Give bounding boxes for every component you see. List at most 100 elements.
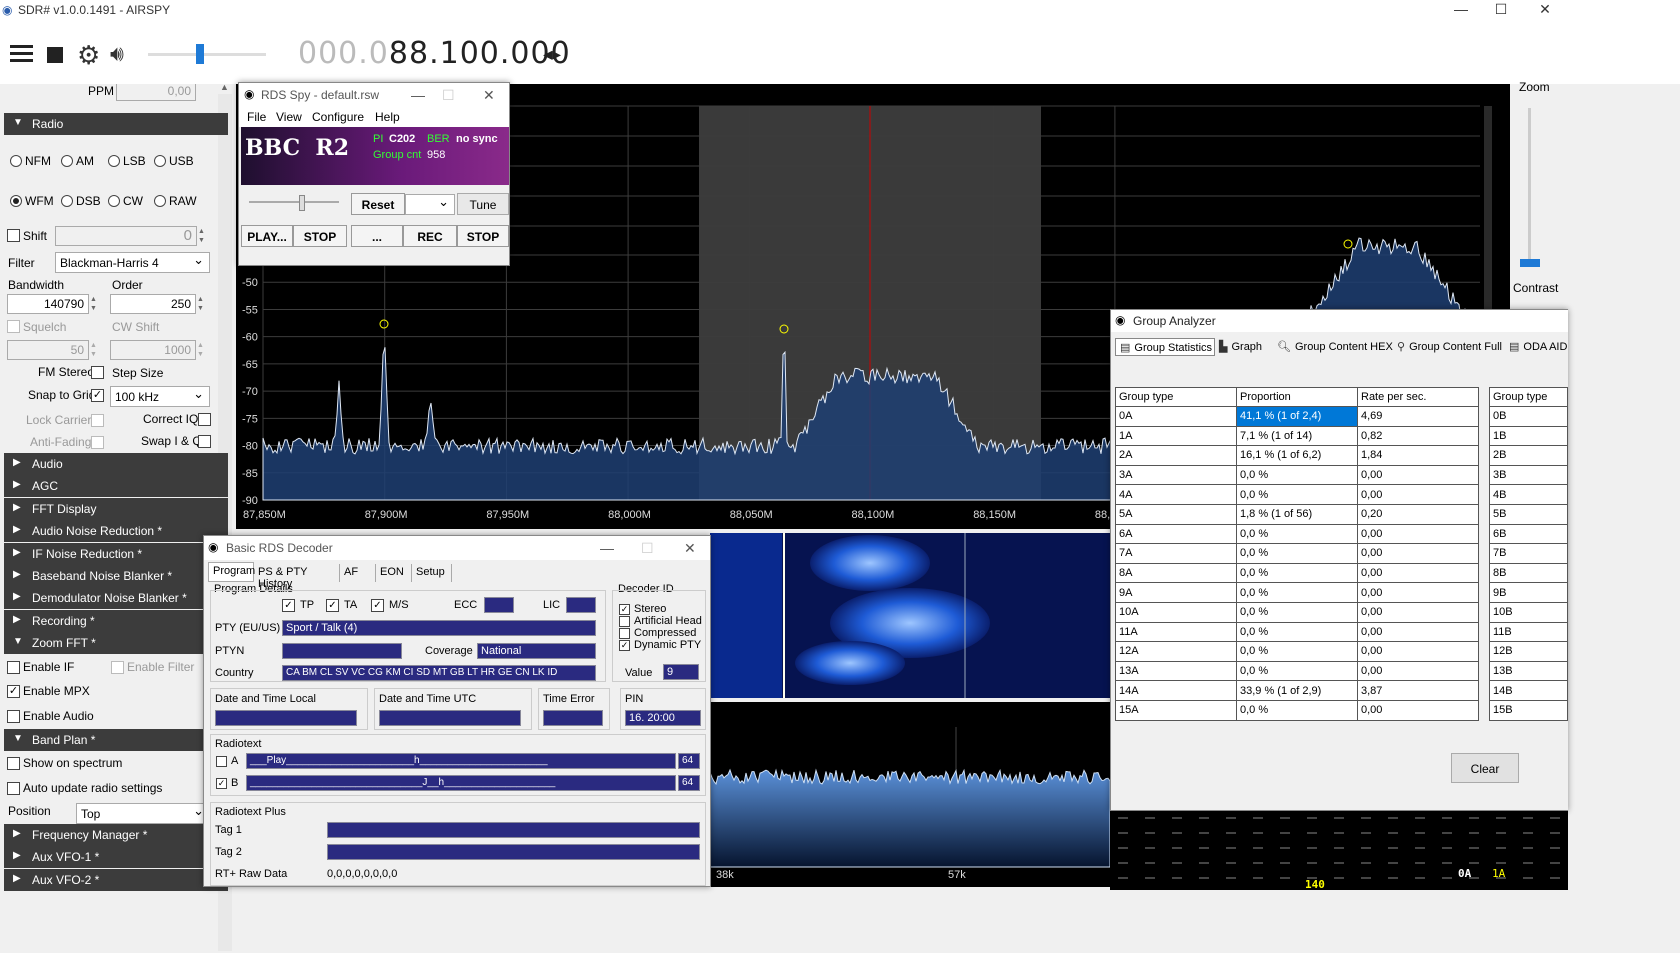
section-fft-display[interactable]: ▶ FFT Display xyxy=(4,497,228,520)
mode-raw-radio[interactable] xyxy=(154,195,166,207)
stereo-checkbox[interactable]: ✓ xyxy=(619,604,630,615)
table-row[interactable]: 12B xyxy=(1489,641,1568,662)
rds-spy-minimize[interactable]: — xyxy=(411,87,425,103)
stop-icon[interactable] xyxy=(47,47,63,63)
mode-usb-radio[interactable] xyxy=(154,155,166,167)
squelch-spinner[interactable]: ▲ ▼ xyxy=(90,341,97,359)
table-row[interactable]: 4A 0,0 % 0,00 xyxy=(1115,484,1479,505)
table-row[interactable]: 9A 0,0 % 0,00 xyxy=(1115,582,1479,603)
show-spectrum-checkbox[interactable] xyxy=(7,757,20,770)
section-aux-vfo-2[interactable]: ▶ Aux VFO-2 * xyxy=(4,868,228,891)
rds-spy-slider-thumb[interactable] xyxy=(299,195,305,211)
artificial-head-checkbox[interactable] xyxy=(619,616,630,627)
menu-icon[interactable] xyxy=(10,45,33,63)
tab-group-statistics[interactable]: ▤ Group Statistics xyxy=(1115,338,1215,356)
compressed-checkbox[interactable] xyxy=(619,628,630,639)
mode-wfm-radio[interactable] xyxy=(10,195,22,207)
snap-checkbox[interactable]: ✓ xyxy=(91,389,104,402)
section-audio[interactable]: ▶ Audio xyxy=(4,453,228,475)
table-row[interactable]: 1A 7,1 % (1 of 14) 0,82 xyxy=(1115,425,1479,447)
rec-button[interactable]: REC xyxy=(403,225,457,247)
rds-decoder-minimize[interactable]: — xyxy=(600,540,614,556)
table-row[interactable]: 15A 0,0 % 0,00 xyxy=(1115,699,1479,721)
col-group-type-b[interactable]: Group type xyxy=(1489,387,1568,407)
mode-am-radio[interactable] xyxy=(61,155,73,167)
rds-spy-select[interactable] xyxy=(405,194,455,215)
dynamic-pty-checkbox[interactable]: ✓ xyxy=(619,640,630,651)
enable-filter-checkbox[interactable] xyxy=(111,661,124,674)
table-row[interactable]: 13B xyxy=(1489,660,1568,682)
stop-button[interactable]: STOP xyxy=(293,225,347,247)
enable-audio-checkbox[interactable] xyxy=(7,710,20,723)
squelch-checkbox[interactable] xyxy=(7,320,20,333)
lockcarrier-checkbox[interactable] xyxy=(91,414,104,427)
section-bandplan[interactable]: ▼ Band Plan * xyxy=(4,729,228,751)
shift-field[interactable]: 0 xyxy=(55,226,197,246)
table-row[interactable]: 3A 0,0 % 0,00 xyxy=(1115,464,1479,486)
clear-button[interactable]: Clear xyxy=(1451,753,1519,783)
table-row[interactable]: 7A 0,0 % 0,00 xyxy=(1115,543,1479,564)
menu-file[interactable]: File xyxy=(247,110,266,124)
section-frequency-manager[interactable]: ▶ Frequency Manager * xyxy=(4,824,228,846)
table-row[interactable]: 1B xyxy=(1489,425,1568,447)
col-proportion[interactable]: Proportion xyxy=(1236,387,1358,407)
rec-stop-button[interactable]: STOP xyxy=(457,225,509,247)
mode-lsb-radio[interactable] xyxy=(108,155,120,167)
table-row[interactable]: 14A 33,9 % (1 of 2,9) 3,87 xyxy=(1115,680,1479,701)
correctiq-checkbox[interactable] xyxy=(198,413,211,426)
mode-dsb-radio[interactable] xyxy=(61,195,73,207)
tab-ps-pty-history[interactable]: PS & PTY History xyxy=(254,564,340,590)
menu-help[interactable]: Help xyxy=(375,110,400,124)
auto-update-checkbox[interactable] xyxy=(7,782,20,795)
ta-checkbox[interactable]: ✓ xyxy=(326,599,339,612)
zoom-slider-thumb[interactable] xyxy=(1520,259,1540,267)
table-row[interactable]: 0A 41,1 % (1 of 2,4) 4,69 xyxy=(1115,406,1479,427)
col-group-type[interactable]: Group type xyxy=(1115,387,1237,407)
position-select[interactable]: Top xyxy=(76,803,210,824)
stepsize-select[interactable]: 100 kHz xyxy=(110,386,210,407)
section-recording[interactable]: ▶ Recording * xyxy=(4,609,228,632)
section-radio[interactable]: ▼ Radio xyxy=(4,113,228,135)
reset-button[interactable]: Reset xyxy=(351,193,405,215)
tab-eon[interactable]: EON xyxy=(376,564,412,582)
table-row[interactable]: 11A 0,0 % 0,00 xyxy=(1115,621,1479,643)
shift-checkbox[interactable] xyxy=(7,229,20,242)
menu-configure[interactable]: Configure xyxy=(312,110,364,124)
scroll-up-icon[interactable]: ▲ xyxy=(220,84,229,92)
table-row[interactable]: 9B xyxy=(1489,582,1568,603)
table-row[interactable]: 10B xyxy=(1489,601,1568,623)
cwshift-field[interactable]: 1000 xyxy=(110,340,196,360)
table-row[interactable]: 10A 0,0 % 0,00 xyxy=(1115,601,1479,623)
rds-decoder-close[interactable]: ✕ xyxy=(684,540,696,557)
spectrum-scrollbar[interactable] xyxy=(1484,106,1492,321)
speaker-icon[interactable]: 🔊︎ xyxy=(110,41,124,67)
table-row[interactable]: 2B xyxy=(1489,445,1568,466)
gear-icon[interactable]: ⚙ xyxy=(77,40,100,71)
zoom-slider[interactable] xyxy=(1528,108,1531,266)
section-baseband-noise-blanker[interactable]: ▶ Baseband Noise Blanker * xyxy=(4,565,228,587)
tab-group-content-full[interactable]: ⚲ Group Content Full xyxy=(1393,338,1505,356)
table-row[interactable]: 3B xyxy=(1489,464,1568,486)
play-button[interactable]: PLAY... xyxy=(241,225,293,247)
tune-button[interactable]: Tune xyxy=(457,193,509,215)
ppm-field[interactable]: 0,00 xyxy=(116,84,196,101)
section-aux-vfo-1[interactable]: ▶ Aux VFO-1 * xyxy=(4,846,228,869)
table-row[interactable]: 0B xyxy=(1489,406,1568,427)
table-row[interactable]: 14B xyxy=(1489,680,1568,701)
rds-spy-close[interactable]: ✕ xyxy=(483,87,495,104)
table-row[interactable]: 6A 0,0 % 0,00 xyxy=(1115,523,1479,545)
tab-af[interactable]: AF xyxy=(340,564,376,582)
rt-a-checkbox[interactable] xyxy=(216,756,227,767)
table-row[interactable]: 11B xyxy=(1489,621,1568,643)
table-row[interactable]: 13A 0,0 % 0,00 xyxy=(1115,660,1479,682)
ms-checkbox[interactable]: ✓ xyxy=(371,599,384,612)
table-row[interactable]: 4B xyxy=(1489,484,1568,505)
tab-program[interactable]: Program xyxy=(208,562,255,582)
section-audio-noise-reduction[interactable]: ▶ Audio Noise Reduction * xyxy=(4,520,228,543)
table-row[interactable]: 15B xyxy=(1489,699,1568,721)
mode-cw-radio[interactable] xyxy=(108,195,120,207)
cwshift-spinner[interactable]: ▲ ▼ xyxy=(197,341,204,359)
browse-button[interactable]: ... xyxy=(351,225,403,247)
tp-checkbox[interactable]: ✓ xyxy=(282,599,295,612)
table-row[interactable]: 7B xyxy=(1489,543,1568,564)
